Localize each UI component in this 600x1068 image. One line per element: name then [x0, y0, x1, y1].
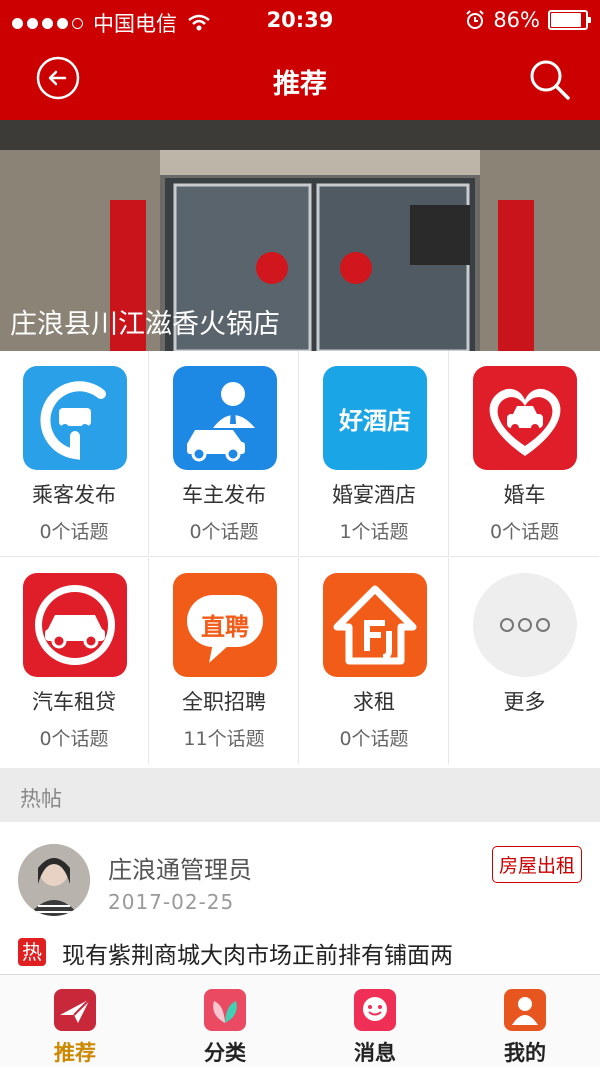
- category-wedding-car[interactable]: 婚车 0个话题: [450, 351, 599, 557]
- category-count: 0个话题: [189, 521, 259, 543]
- featured-banner[interactable]: 庄浪县川江滋香火锅店: [0, 120, 600, 351]
- driver-car-icon: [173, 366, 277, 470]
- message-smile-icon: [354, 989, 396, 1031]
- category-name: 汽车租贷: [32, 690, 116, 714]
- category-count: 0个话题: [489, 521, 560, 543]
- post-author: 庄浪通管理员: [108, 856, 252, 884]
- category-wedding-hotel[interactable]: 好酒店 婚宴酒店 1个话题: [300, 351, 449, 557]
- page-title: 推荐: [273, 69, 327, 100]
- hot-posts-header: 热帖: [0, 768, 600, 822]
- category-name: 求租: [353, 690, 395, 714]
- avatar[interactable]: [18, 844, 90, 916]
- tab-profile[interactable]: 我的: [450, 975, 600, 1068]
- passenger-car-pin-icon: [23, 366, 127, 470]
- hot-badge: 热: [18, 938, 46, 966]
- post-text: 现有紫荆商城大肉市场正前排有铺面两: [62, 943, 453, 969]
- search-button[interactable]: [528, 58, 572, 102]
- tab-label: 我的: [504, 1041, 546, 1065]
- banner-caption: 庄浪县川江滋香火锅店: [10, 309, 280, 340]
- tab-category[interactable]: 分类: [150, 975, 300, 1068]
- category-name: 更多: [503, 690, 546, 714]
- tab-label: 消息: [354, 1041, 396, 1065]
- category-leaf-icon: [204, 989, 246, 1031]
- category-name: 车主发布: [182, 483, 266, 507]
- tab-bar: 推荐 分类 消息 我的: [0, 974, 600, 1067]
- recommend-plane-icon: [54, 989, 96, 1031]
- status-bar: 中国电信 20:39 86%: [0, 0, 600, 40]
- tab-messages[interactable]: 消息: [300, 975, 450, 1068]
- hotel-icon-text: 好酒店: [339, 406, 411, 435]
- post-date: 2017-02-25: [108, 890, 235, 914]
- post-item[interactable]: 庄浪通管理员 2017-02-25 房屋出租 热 现有紫荆商城大肉市场正前排有铺…: [0, 822, 600, 974]
- category-name: 全职招聘: [182, 690, 266, 714]
- tab-label: 推荐: [54, 1041, 96, 1065]
- category-name: 婚宴酒店: [332, 483, 416, 507]
- category-count: 11个话题: [183, 728, 265, 750]
- alarm-clock-icon: [466, 10, 485, 29]
- category-count: 1个话题: [339, 521, 409, 543]
- tab-recommend[interactable]: 推荐: [0, 975, 150, 1068]
- category-name: 乘客发布: [32, 483, 116, 507]
- house-rent-icon: [323, 573, 427, 677]
- heart-car-icon: [473, 366, 577, 470]
- good-hotel-icon: 好酒店: [323, 366, 427, 470]
- section-title: 热帖: [20, 787, 62, 811]
- search-icon: [530, 60, 570, 100]
- nav-bar: 推荐: [0, 40, 600, 120]
- category-rent-wanted[interactable]: 求租 0个话题: [300, 558, 449, 764]
- car-rental-icon: [23, 573, 127, 677]
- category-passenger[interactable]: 乘客发布 0个话题: [0, 351, 149, 557]
- category-count: 0个话题: [39, 521, 109, 543]
- recruit-bubble-icon: 直聘: [173, 573, 277, 677]
- tab-label: 分类: [204, 1041, 246, 1065]
- category-name: 婚车: [503, 483, 546, 507]
- recruit-icon-text: 直聘: [201, 613, 249, 641]
- category-grid: 乘客发布 0个话题 车主发布 0个话题 好酒店 婚宴酒店 1个话题 婚车 0个话…: [0, 351, 600, 768]
- category-count: 0个话题: [39, 728, 109, 750]
- profile-user-icon: [504, 989, 546, 1031]
- battery-percent: 86%: [493, 8, 540, 32]
- more-dots-icon: [473, 573, 577, 677]
- category-recruit[interactable]: 直聘 全职招聘 11个话题: [150, 558, 299, 764]
- category-driver[interactable]: 车主发布 0个话题: [150, 351, 299, 557]
- battery-icon: [548, 10, 591, 30]
- category-count: 0个话题: [339, 728, 409, 750]
- category-more[interactable]: 更多: [450, 558, 599, 764]
- category-car-rental[interactable]: 汽车租贷 0个话题: [0, 558, 149, 764]
- post-category-tag: 房屋出租: [491, 846, 582, 883]
